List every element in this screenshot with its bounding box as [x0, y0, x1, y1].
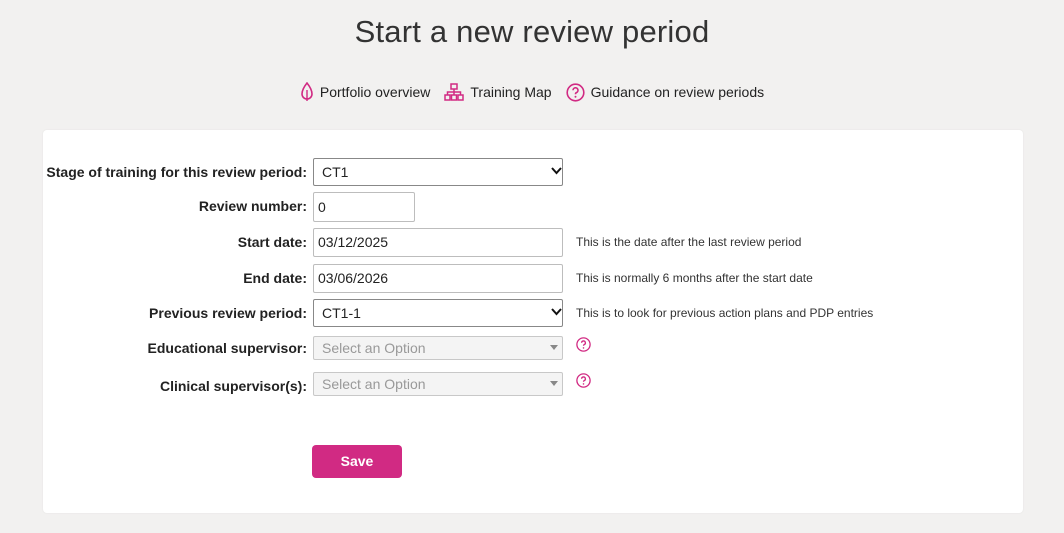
previous-period-help: This is to look for previous action plan… [576, 306, 874, 320]
start-date-row: Start date: 03/12/2025 This is the date … [43, 228, 1023, 257]
sitemap-icon [444, 83, 465, 101]
clinical-supervisor-select[interactable]: Select an Option [313, 372, 563, 396]
review-number-value: 0 [318, 199, 326, 215]
end-date-row: End date: 03/06/2026 This is normally 6 … [43, 264, 1023, 293]
save-button[interactable]: Save [312, 445, 402, 478]
start-date-help: This is the date after the last review p… [576, 235, 802, 249]
stage-value: CT1 [322, 164, 349, 180]
end-date-value: 03/06/2026 [318, 270, 389, 286]
start-date-label: Start date: [237, 234, 307, 250]
end-date-label: End date: [243, 270, 307, 286]
educational-supervisor-help-icon[interactable] [576, 337, 591, 357]
guidance-link[interactable]: Guidance on review periods [565, 82, 765, 102]
clinical-supervisor-label: Clinical supervisor(s): [159, 378, 307, 394]
training-map-label: Training Map [470, 84, 552, 100]
start-date-input[interactable]: 03/12/2025 [313, 228, 563, 257]
clinical-supervisor-row: Clinical supervisor(s): Select an Option [43, 370, 1023, 398]
end-date-input[interactable]: 03/06/2026 [313, 264, 563, 293]
previous-period-label: Previous review period: [149, 305, 307, 321]
guidance-label: Guidance on review periods [590, 84, 765, 100]
stage-label: Stage of training for this review period… [46, 164, 307, 180]
previous-period-row: Previous review period: CT1-1 This is to… [43, 299, 1023, 327]
nav-links: Portfolio overview Training Map Guidance… [0, 82, 1064, 102]
review-number-input[interactable]: 0 [313, 192, 415, 222]
clinical-supervisor-help-icon[interactable] [576, 373, 591, 393]
start-date-value: 03/12/2025 [318, 234, 389, 250]
leaf-icon [300, 82, 314, 102]
previous-period-value: CT1-1 [322, 305, 361, 321]
question-circle-icon [565, 82, 585, 102]
end-date-help: This is normally 6 months after the star… [576, 271, 813, 285]
portfolio-overview-label: Portfolio overview [319, 84, 431, 100]
educational-supervisor-row: Educational supervisor: Select an Option [43, 334, 1023, 362]
review-number-row: Review number: 0 [43, 192, 1023, 222]
training-map-link[interactable]: Training Map [444, 83, 552, 101]
previous-period-select[interactable]: CT1-1 [313, 299, 563, 327]
clinical-supervisor-placeholder: Select an Option [322, 376, 426, 392]
portfolio-overview-link[interactable]: Portfolio overview [300, 82, 431, 102]
stage-row: Stage of training for this review period… [43, 158, 1023, 186]
educational-supervisor-select[interactable]: Select an Option [313, 336, 563, 360]
educational-supervisor-label: Educational supervisor: [147, 340, 307, 356]
review-period-form: Stage of training for this review period… [43, 130, 1023, 513]
educational-supervisor-placeholder: Select an Option [322, 340, 426, 356]
page-title: Start a new review period [354, 14, 710, 49]
stage-select[interactable]: CT1 [313, 158, 563, 186]
review-number-label: Review number: [198, 198, 307, 214]
